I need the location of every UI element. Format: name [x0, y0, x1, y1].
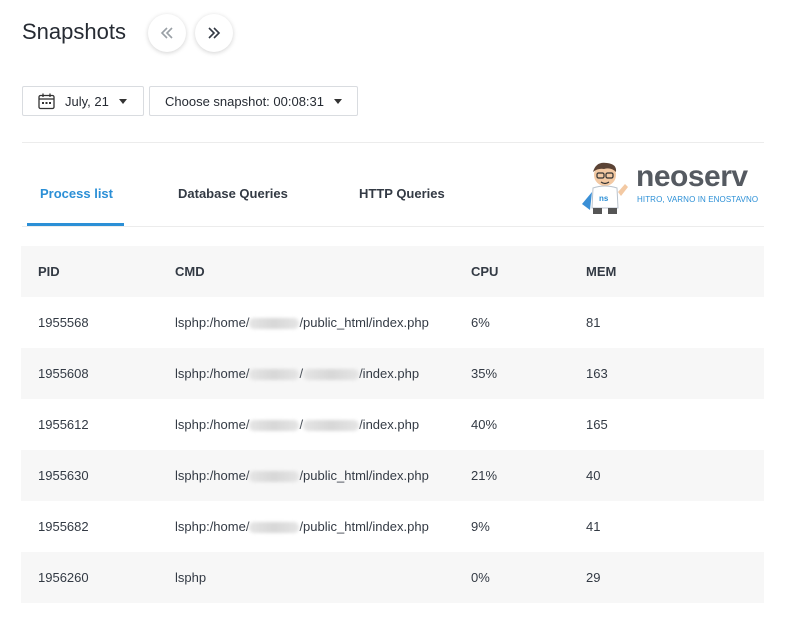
chevron-down-icon	[118, 98, 127, 104]
table-row: 1955612 lsphp:/home///index.php 40% 165	[21, 399, 764, 450]
tab-http-queries[interactable]: HTTP Queries	[359, 186, 445, 201]
mascot-icon: ns	[582, 162, 628, 214]
mem-cell: 40	[586, 468, 601, 483]
tab-database-queries[interactable]: Database Queries	[178, 186, 288, 201]
cpu-cell: 35%	[471, 366, 498, 381]
cmd-cell: lsphp	[175, 570, 207, 585]
logo-tagline: HITRO, VARNO IN ENOSTAVNO	[637, 195, 759, 204]
pid-cell: 1955608	[38, 366, 89, 381]
cmd-cell: lsphp:/home//public_html/index.php	[175, 315, 429, 330]
column-header-pid: PID	[38, 264, 60, 279]
table-row: 1956260 lsphp 0% 29	[21, 552, 764, 603]
table-row: 1955608 lsphp:/home///index.php 35% 163	[21, 348, 764, 399]
double-chevron-right-icon	[208, 27, 221, 39]
cmd-cell: lsphp:/home///index.php	[175, 366, 420, 381]
cpu-cell: 21%	[471, 468, 498, 483]
column-header-cmd: CMD	[175, 264, 205, 279]
date-label: July, 21	[65, 93, 109, 109]
pid-cell: 1955612	[38, 417, 89, 432]
process-table: PID CMD CPU MEM 1955568 lsphp:/home//pub…	[21, 246, 764, 603]
redacted-text	[249, 369, 300, 381]
cpu-cell: 0%	[471, 570, 490, 585]
next-snapshot-button[interactable]	[195, 14, 233, 52]
table-row: 1955630 lsphp:/home//public_html/index.p…	[21, 450, 764, 501]
column-header-mem: MEM	[586, 264, 617, 279]
redacted-text	[303, 420, 360, 432]
mem-cell: 29	[586, 570, 601, 585]
svg-text:ns: ns	[599, 194, 609, 203]
redacted-text	[249, 318, 300, 330]
double-chevron-left-icon	[160, 27, 173, 39]
page-title: Snapshots	[22, 19, 126, 44]
cmd-cell: lsphp:/home//public_html/index.php	[175, 519, 429, 534]
cpu-cell: 9%	[471, 519, 490, 534]
mem-cell: 81	[586, 315, 601, 330]
table-row: 1955682 lsphp:/home//public_html/index.p…	[21, 501, 764, 552]
cpu-cell: 40%	[471, 417, 498, 432]
redacted-text	[249, 420, 300, 432]
calendar-icon	[38, 93, 55, 109]
pid-cell: 1955568	[38, 315, 89, 330]
column-header-cpu: CPU	[471, 264, 499, 279]
table-header-row: PID CMD CPU MEM	[21, 246, 764, 297]
pid-cell: 1955682	[38, 519, 89, 534]
cmd-cell: lsphp:/home///index.php	[175, 417, 420, 432]
cmd-cell: lsphp:/home//public_html/index.php	[175, 468, 429, 483]
cpu-cell: 6%	[471, 315, 490, 330]
previous-snapshot-button[interactable]	[148, 14, 186, 52]
mem-cell: 41	[586, 519, 601, 534]
tab-process-list[interactable]: Process list	[40, 186, 113, 201]
table-row: 1955568 lsphp:/home//public_html/index.p…	[21, 297, 764, 348]
pid-cell: 1955630	[38, 468, 89, 483]
redacted-text	[249, 522, 300, 534]
mem-cell: 163	[586, 366, 608, 381]
neoserv-logo: ns neoserv HITRO, VARNO IN ENOSTAVNO	[576, 160, 762, 216]
divider	[22, 142, 764, 143]
redacted-text	[249, 471, 300, 483]
logo-wordmark: neoserv	[636, 160, 748, 193]
date-dropdown[interactable]: July, 21	[22, 86, 144, 116]
pid-cell: 1956260	[38, 570, 89, 585]
mem-cell: 165	[586, 417, 608, 432]
redacted-text	[303, 369, 360, 381]
divider	[22, 226, 764, 227]
snapshot-label: Choose snapshot: 00:08:31	[165, 93, 325, 109]
chevron-down-icon	[334, 98, 343, 104]
snapshot-dropdown[interactable]: Choose snapshot: 00:08:31	[149, 86, 358, 116]
